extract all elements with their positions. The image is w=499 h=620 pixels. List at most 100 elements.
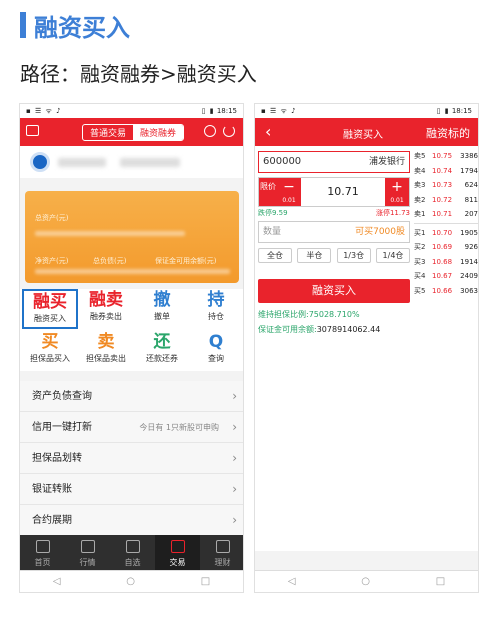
limit-up-price[interactable]: 涨停11.73 [376,208,410,218]
order-book-level: 卖5 [414,152,426,161]
asset-card: 总资产(元) 净资产(元) 总负债(元) 保证金可用余额(元) [25,191,239,283]
grid-item-label: 担保品卖出 [86,354,126,363]
order-book-price: 10.67 [432,272,453,281]
grid-item-label: 持仓 [208,312,224,321]
menu-item[interactable]: 信用一键打新 今日有 1只新股可申购 › [20,412,243,443]
ipo-hint: 今日有 1只新股可申购 [139,423,219,432]
order-book-vol: 1794 [460,166,478,175]
path-caption: 路径：融资融券>融资买入 [20,62,257,86]
order-book-price: 10.66 [432,286,453,295]
chevron-right-icon: › [232,389,237,403]
price-mode-button[interactable]: 限价 [259,178,277,206]
plus-step: 0.01 [390,197,404,204]
phone-margin-buy: ▪ ☰ ᯤ ♪ ▯ ▮ 18:15 ‹ 融资买入 融资标的 600000 浦发银… [254,103,479,593]
grid-item-query[interactable]: Q 查询 [188,331,243,371]
half-position-button[interactable]: 半仓 [297,248,332,263]
price-input[interactable]: 10.71 [301,178,385,206]
order-book-row[interactable]: 卖3 10.73 624 [414,178,478,193]
message-icon[interactable] [26,125,39,136]
order-book-level: 买1 [414,228,426,237]
margin-available: 保证金可用余额:3078914062.44 [258,324,380,335]
margin-buy-icon: 融买 [33,292,67,312]
max-buyable: 可买7000股 [355,227,405,237]
menu-item[interactable]: 银证转账 › [20,474,243,505]
menu-item[interactable]: 合约展期 › [20,505,243,536]
trade-header: 普通交易 融资融券 [20,118,243,146]
order-book-row[interactable]: 卖5 10.75 3386 [414,149,478,164]
grid-item-repay[interactable]: 还还款还券 [134,331,190,371]
home-nav-icon[interactable]: ○ [126,576,135,587]
order-book-row[interactable]: 买1 10.70 1905 [414,226,478,241]
margin-available-label: 保证金可用余额: [258,325,317,334]
order-book-divider [414,222,478,225]
status-bar: ▪ ☰ ᯤ ♪ ▯ ▮ 18:15 [20,104,243,118]
grid-item-cancel-order[interactable]: 撤撤单 [134,289,190,329]
recents-nav-icon[interactable]: □ [201,576,210,587]
nav-tab-wealth[interactable]: 理财 [200,535,243,570]
third-position-button[interactable]: 1/3仓 [336,248,371,263]
grid-item-short-sell[interactable]: 融卖 融券卖出 [78,289,134,329]
margin-targets-link[interactable]: 融资标的 [426,125,470,141]
order-book-row[interactable]: 买4 10.67 2409 [414,269,478,284]
nav-tab-label: 首页 [34,558,51,567]
heading-accent-bar [20,12,26,38]
back-chevron-icon[interactable]: ‹ [265,122,271,141]
positions-icon: 持 [207,290,225,310]
nav-tab-watchlist[interactable]: 自选 [110,535,155,570]
order-book-row[interactable]: 买2 10.69 926 [414,240,478,255]
nav-tab-market[interactable]: 行情 [65,535,110,570]
order-book-price: 10.69 [432,243,453,252]
price-minus-button[interactable]: −0.01 [277,178,301,206]
order-book-row[interactable]: 卖2 10.72 811 [414,193,478,208]
trade-icon [170,540,185,553]
menu-item[interactable]: 担保品划转 › [20,443,243,474]
position-buttons: 全仓 半仓 1/3仓 1/4仓 [258,248,410,263]
tab-normal-trade[interactable]: 普通交易 [83,125,133,140]
grid-item-positions[interactable]: 持持仓 [188,289,243,329]
price-plus-button[interactable]: +0.01 [385,178,409,206]
recents-nav-icon[interactable]: □ [436,576,445,587]
menu-item[interactable]: 资产负债查询 › [20,381,243,412]
order-book-row[interactable]: 买5 10.66 3063 [414,284,478,299]
home-nav-icon[interactable]: ○ [361,576,370,587]
back-nav-icon[interactable]: ◁ [53,576,61,587]
order-book-vol: 207 [464,210,478,219]
grid-item-label: 融券卖出 [90,312,122,321]
menu-item-label: 合约展期 [32,515,72,526]
user-icon[interactable] [204,125,216,137]
quarter-position-button[interactable]: 1/4仓 [375,248,410,263]
grid-item-collateral-sell[interactable]: 卖担保品卖出 [78,331,134,371]
grid-item-margin-buy[interactable]: 融买 融资买入 [22,289,78,329]
chevron-right-icon: › [232,420,237,434]
order-book-vol: 3063 [460,286,478,295]
order-book-price: 10.74 [432,166,453,175]
stock-code-value: 600000 [263,156,302,167]
nav-tab-trade[interactable]: 交易 [155,535,200,570]
refresh-icon[interactable] [223,125,235,137]
status-right-icons: ▯ ▮ [201,107,215,115]
quantity-input[interactable]: 数量 可买7000股 [258,221,410,243]
nav-tab-label: 交易 [169,558,186,567]
limit-down-price[interactable]: 跌停9.59 [258,208,288,218]
status-right-icons: ▯ ▮ [436,107,450,115]
price-stepper: 限价 −0.01 10.71 +0.01 [258,177,410,207]
order-book-row[interactable]: 买3 10.68 1914 [414,255,478,270]
back-nav-icon[interactable]: ◁ [288,576,296,587]
bottom-tab-bar: 首页 行情 自选 交易 理财 [20,535,243,570]
order-book-row[interactable]: 卖1 10.71 207 [414,207,478,222]
grid-item-collateral-buy[interactable]: 买担保品买入 [22,331,78,371]
price-limits: 跌停9.59 涨停11.73 [258,207,410,219]
order-book-price: 10.75 [432,152,453,161]
page-title: 融资买入 [343,130,383,141]
order-book-level: 买5 [414,286,426,295]
tab-margin-trade[interactable]: 融资融券 [133,125,183,140]
full-position-button[interactable]: 全仓 [258,248,292,263]
margin-buy-button[interactable]: 融资买入 [258,279,410,303]
order-book-row[interactable]: 卖4 10.74 1794 [414,164,478,179]
cancel-order-icon: 撤 [153,290,171,310]
status-left-icons: ▪ ☰ ᯤ ♪ [26,106,62,115]
nav-tab-home[interactable]: 首页 [20,535,65,570]
stock-code-input[interactable]: 600000 浦发银行 [258,151,410,173]
order-book-level: 卖3 [414,181,426,190]
account-bar[interactable] [20,146,243,178]
